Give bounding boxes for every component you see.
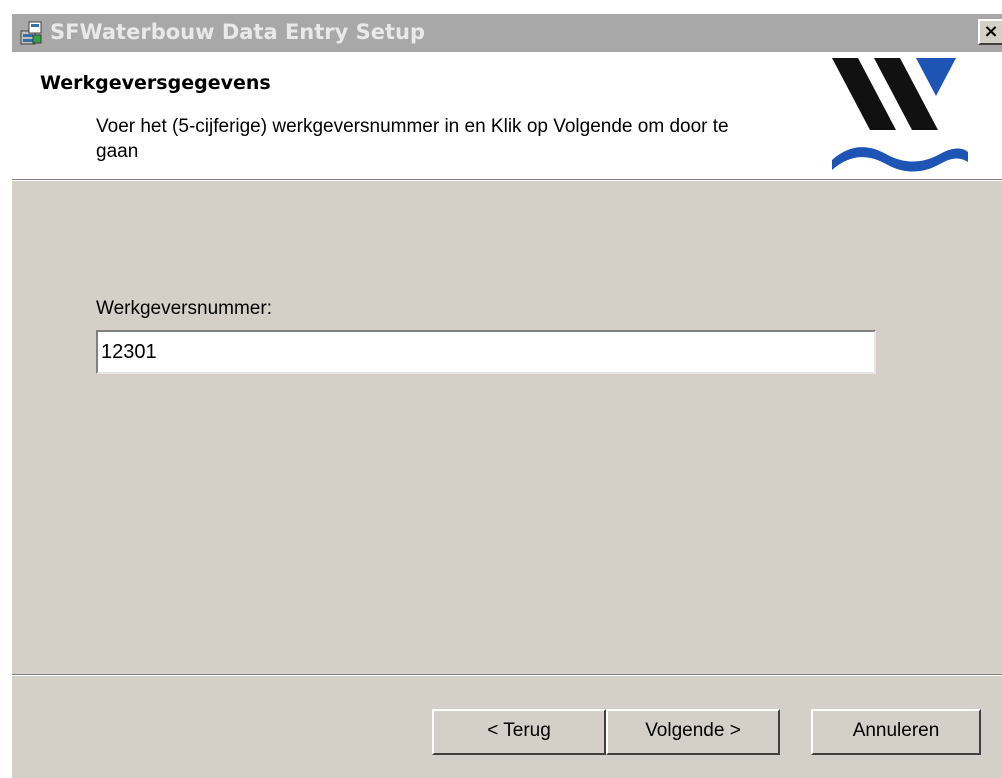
page-description: Voer het (5-cijferige) werkgeversnummer … (96, 116, 729, 162)
back-button[interactable]: < Terug (432, 709, 606, 755)
page-title: Werkgeversgegevens (40, 72, 271, 94)
setup-dialog: SFWaterbouw Data Entry Setup × Werkgever… (12, 14, 1002, 778)
footer-separator (12, 674, 1002, 676)
header-separator (12, 179, 1002, 181)
employer-number-input[interactable] (96, 330, 876, 374)
window-title: SFWaterbouw Data Entry Setup (50, 20, 426, 44)
close-button[interactable]: × (978, 19, 1002, 45)
header-banner: Werkgeversgegevens Voer het (5-cijferige… (12, 52, 1002, 179)
next-button[interactable]: Volgende > (606, 709, 780, 755)
cancel-button[interactable]: Annuleren (811, 709, 981, 755)
sfwaterbouw-logo (832, 58, 968, 172)
employer-number-label: Werkgeversnummer: (96, 298, 272, 319)
setup-installer-icon (20, 21, 42, 45)
title-bar[interactable]: SFWaterbouw Data Entry Setup × (12, 14, 1002, 52)
